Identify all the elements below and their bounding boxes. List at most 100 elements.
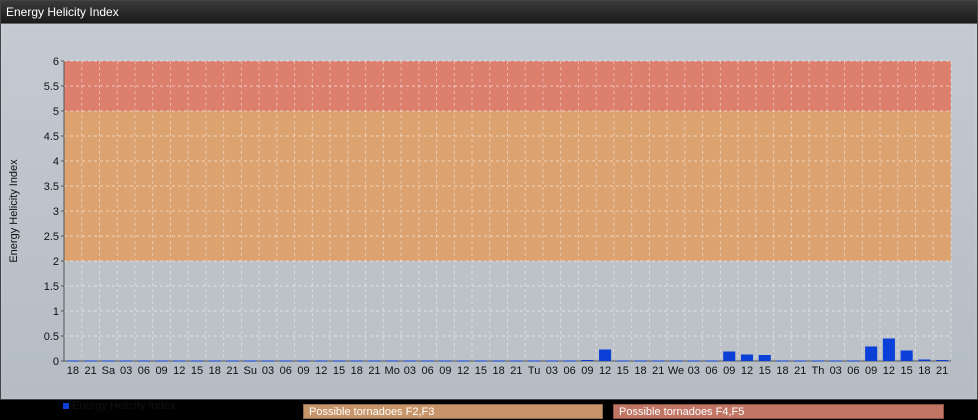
data-bar xyxy=(865,346,878,361)
x-tick-label: Sa xyxy=(102,365,116,377)
x-tick-label: 03 xyxy=(830,365,842,377)
y-tick-label: 0 xyxy=(53,356,59,368)
y-tick-label: 3 xyxy=(53,206,59,218)
x-tick-label: 18 xyxy=(351,365,363,377)
x-tick-label: 09 xyxy=(439,365,451,377)
y-tick-label: 1 xyxy=(53,306,59,318)
x-tick-label: 21 xyxy=(936,365,948,377)
x-tick-label: 15 xyxy=(617,365,629,377)
series-legend[interactable]: Energy Helicity Index xyxy=(63,400,175,412)
x-tick-label: 03 xyxy=(262,365,274,377)
data-bar xyxy=(492,360,505,362)
zone-legend-f2f3: Possible tornadoes F2,F3 xyxy=(303,404,603,419)
x-tick-label: 18 xyxy=(634,365,646,377)
x-tick-label: 15 xyxy=(475,365,487,377)
data-bar xyxy=(652,360,665,362)
data-bar xyxy=(315,360,328,362)
data-bar xyxy=(297,360,310,362)
data-bar xyxy=(794,360,807,362)
data-bar xyxy=(474,360,487,362)
data-bar xyxy=(208,360,221,362)
x-tick-label: 06 xyxy=(563,365,575,377)
data-bar xyxy=(386,360,399,362)
y-tick-label: 3.5 xyxy=(44,181,59,193)
data-bar xyxy=(528,360,541,362)
y-tick-label: 4 xyxy=(53,156,59,168)
x-tick-label: 15 xyxy=(191,365,203,377)
x-tick-label: 21 xyxy=(84,365,96,377)
data-bar xyxy=(457,360,470,362)
window-title: Energy Helicity Index xyxy=(6,5,119,19)
x-tick-label: Su xyxy=(244,365,257,377)
y-tick-label: 5 xyxy=(53,106,59,118)
data-bar xyxy=(847,360,860,362)
y-axis-title: Energy Helicity Index xyxy=(8,159,20,263)
data-bar xyxy=(439,360,452,362)
data-bar xyxy=(102,360,115,362)
x-tick-label: 12 xyxy=(457,365,469,377)
y-tick-label: 1.5 xyxy=(44,281,59,293)
chart-window: Energy Helicity Index 0 0.5 1 1.5 2 2.5 3 3.5 4 4… xyxy=(0,0,978,419)
data-bar xyxy=(120,360,133,362)
y-tick-label: 2.5 xyxy=(44,231,59,243)
zone-legend-f4f5: Possible tornadoes F4,F5 xyxy=(613,404,944,419)
x-tick-label: 18 xyxy=(209,365,221,377)
x-tick-label: 21 xyxy=(794,365,806,377)
x-tick-label: 12 xyxy=(599,365,611,377)
data-bar xyxy=(173,360,186,362)
data-bar xyxy=(811,360,824,362)
x-tick-label: 09 xyxy=(581,365,593,377)
y-tick-label: 5.5 xyxy=(44,81,59,93)
data-bar xyxy=(900,350,913,361)
x-tick-label: 12 xyxy=(315,365,327,377)
x-tick-label: 18 xyxy=(493,365,505,377)
data-bar xyxy=(155,360,168,362)
data-bar xyxy=(137,360,150,362)
chart-panel: 0 0.5 1 1.5 2 2.5 3 3.5 4 4.5 5 5.5 6 Energy Helicity… xyxy=(3,25,975,419)
x-tick-label: 21 xyxy=(510,365,522,377)
x-tick-label: 09 xyxy=(155,365,167,377)
x-tick-label: 09 xyxy=(723,365,735,377)
data-bar xyxy=(669,360,683,362)
data-bar xyxy=(758,355,771,361)
x-tick-label: 06 xyxy=(138,365,150,377)
x-tick-label: 03 xyxy=(688,365,700,377)
x-tick-label: We xyxy=(668,365,684,377)
data-bar xyxy=(616,360,629,362)
data-bar xyxy=(226,360,239,362)
data-bar xyxy=(918,359,931,361)
data-bar xyxy=(599,349,612,361)
data-bar xyxy=(634,360,647,362)
x-tick-label: 06 xyxy=(847,365,859,377)
data-bar xyxy=(421,360,434,362)
data-bar xyxy=(563,360,576,362)
y-tick-label: 4.5 xyxy=(44,131,59,143)
data-bar xyxy=(705,360,718,362)
data-bar xyxy=(350,360,363,362)
x-tick-label: 18 xyxy=(776,365,788,377)
series-swatch xyxy=(63,403,69,410)
x-tick-label: 12 xyxy=(883,365,895,377)
x-tick-label: 03 xyxy=(546,365,558,377)
y-tick-label: 2 xyxy=(53,256,59,268)
x-tick-label: Mo xyxy=(385,365,400,377)
data-bar xyxy=(776,360,789,362)
x-tick-label: Tu xyxy=(528,365,540,377)
data-bar xyxy=(936,360,949,361)
x-tick-label: 12 xyxy=(741,365,753,377)
x-tick-label: 15 xyxy=(759,365,771,377)
data-bar xyxy=(261,360,275,362)
y-tick-label: 6 xyxy=(53,56,59,68)
data-bar xyxy=(510,360,523,362)
data-bar xyxy=(279,360,292,362)
data-bar xyxy=(740,354,754,361)
y-tick-label: 0.5 xyxy=(44,331,59,343)
helicity-chart: 0 0.5 1 1.5 2 2.5 3 3.5 4 4.5 5 5.5 6 Energy Helicity… xyxy=(8,56,952,377)
data-bar xyxy=(66,360,79,362)
data-bar xyxy=(368,360,381,362)
x-tick-label: 21 xyxy=(652,365,664,377)
x-tick-label: 06 xyxy=(280,365,292,377)
data-bar xyxy=(403,360,416,362)
title-bar: Energy Helicity Index xyxy=(1,1,977,24)
x-tick-label: 15 xyxy=(901,365,913,377)
